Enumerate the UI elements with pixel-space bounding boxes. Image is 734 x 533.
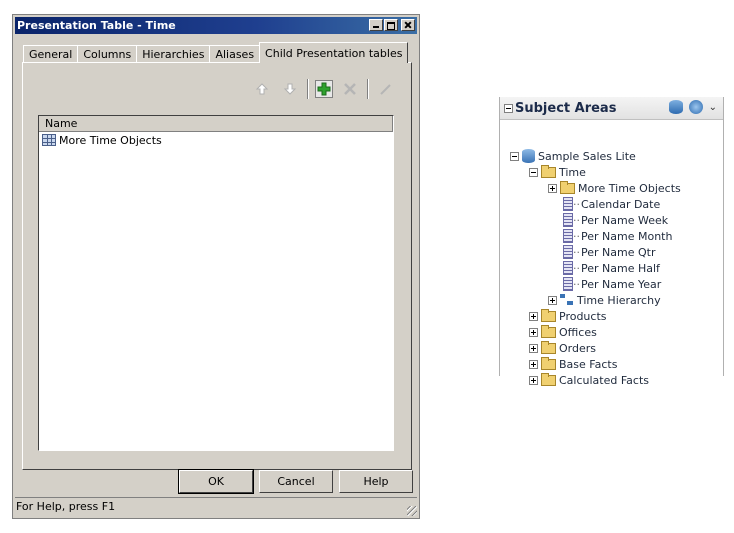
- dialog-titlebar: Presentation Table - Time: [15, 17, 417, 34]
- tree-node-calculated-facts[interactable]: Calculated Facts: [529, 372, 649, 388]
- collapse-panel-icon[interactable]: [504, 103, 513, 113]
- folder-icon: [541, 356, 556, 370]
- tree-node-label: Per Name Month: [581, 229, 673, 243]
- column-icon: [563, 229, 573, 243]
- table-icon: [42, 134, 56, 146]
- status-bar: For Help, press F1: [15, 497, 417, 516]
- tree-node-per-name-half[interactable]: ·· Per Name Half: [563, 260, 660, 276]
- expand-toggle-icon[interactable]: [529, 359, 538, 369]
- toolbar-separator: [307, 79, 309, 99]
- minimize-button[interactable]: [369, 19, 383, 31]
- delete-icon[interactable]: [339, 79, 361, 99]
- tab-general[interactable]: General: [23, 45, 79, 63]
- column-header-name[interactable]: Name: [39, 116, 393, 132]
- expand-toggle-icon[interactable]: [548, 295, 557, 305]
- expand-toggle-icon[interactable]: [529, 343, 538, 353]
- tree-node-label: Base Facts: [559, 357, 618, 371]
- tab-strip: General Columns Hierarchies Aliases Chil…: [23, 41, 409, 63]
- chevron-down-icon[interactable]: ⌄: [709, 102, 717, 113]
- tree-node-time[interactable]: Time: [529, 164, 586, 180]
- tree-node-label: Sample Sales Lite: [538, 149, 636, 163]
- maximize-button[interactable]: [384, 19, 398, 31]
- tab-child-presentation-tables[interactable]: Child Presentation tables: [259, 42, 409, 63]
- tree-node-label: Offices: [559, 325, 597, 339]
- tree-node-label: Per Name Half: [581, 261, 660, 275]
- collapse-toggle-icon[interactable]: [529, 167, 538, 177]
- tree-node-label: Per Name Week: [581, 213, 669, 227]
- tree-node-label: Per Name Year: [581, 277, 662, 291]
- tree-node-label: Time: [559, 165, 586, 179]
- down-arrow-icon[interactable]: [279, 79, 301, 99]
- hierarchy-icon: [560, 294, 574, 306]
- ok-button[interactable]: OK: [178, 469, 254, 494]
- collapse-toggle-icon[interactable]: [510, 151, 519, 161]
- tree-node-more-time-objects[interactable]: More Time Objects: [548, 180, 681, 196]
- column-icon: [563, 261, 573, 275]
- expand-toggle-icon[interactable]: [529, 311, 538, 321]
- tree-node-label: More Time Objects: [578, 181, 681, 195]
- subject-areas-panel: Subject Areas ⌄ Sample Sales Lite Time M…: [499, 97, 724, 387]
- tree-node-label: Orders: [559, 341, 596, 355]
- close-button[interactable]: [401, 19, 415, 31]
- tree-node-time-hierarchy[interactable]: Time Hierarchy: [548, 292, 661, 308]
- tree-node-calendar-date[interactable]: ·· Calendar Date: [563, 196, 660, 212]
- subject-areas-title: Subject Areas: [515, 100, 617, 116]
- expand-toggle-icon[interactable]: [529, 327, 538, 337]
- list-item-label: More Time Objects: [59, 133, 162, 147]
- tab-panel: Name More Time Objects: [22, 62, 412, 470]
- list-item[interactable]: More Time Objects: [39, 132, 393, 148]
- folder-icon: [541, 308, 556, 322]
- database-icon: [522, 149, 535, 163]
- tree-node-base-facts[interactable]: Base Facts: [529, 356, 617, 372]
- column-icon: [563, 197, 573, 211]
- column-icon: [563, 245, 573, 259]
- add-icon[interactable]: [315, 80, 333, 98]
- toolbar-separator: [367, 79, 369, 99]
- expand-toggle-icon[interactable]: [529, 375, 538, 385]
- tree-node-label: Calculated Facts: [559, 373, 650, 387]
- tree-node-products[interactable]: Products: [529, 308, 607, 324]
- folder-icon: [541, 340, 556, 354]
- tab-hierarchies[interactable]: Hierarchies: [136, 45, 211, 63]
- tree-node-sample-sales-lite[interactable]: Sample Sales Lite: [510, 148, 636, 164]
- status-text: For Help, press F1: [16, 500, 116, 513]
- tree-node-label: Calendar Date: [581, 197, 661, 211]
- child-tables-list[interactable]: Name More Time Objects: [38, 115, 394, 451]
- tree-node-per-name-week[interactable]: ·· Per Name Week: [563, 212, 668, 228]
- tree-node-offices[interactable]: Offices: [529, 324, 597, 340]
- expand-toggle-icon[interactable]: [548, 183, 557, 193]
- tree-node-per-name-month[interactable]: ·· Per Name Month: [563, 228, 672, 244]
- subject-areas-header: Subject Areas ⌄: [500, 97, 723, 120]
- tree-node-orders[interactable]: Orders: [529, 340, 596, 356]
- tab-aliases[interactable]: Aliases: [209, 45, 261, 63]
- resize-grip-icon[interactable]: [407, 506, 417, 516]
- folder-icon: [541, 164, 556, 178]
- presentation-table-dialog: Presentation Table - Time General Column…: [12, 14, 420, 519]
- folder-icon: [560, 180, 575, 194]
- tree-node-per-name-qtr[interactable]: ·· Per Name Qtr: [563, 244, 655, 260]
- refresh-icon[interactable]: [688, 100, 703, 114]
- list-toolbar: [251, 78, 397, 100]
- cancel-button[interactable]: Cancel: [259, 470, 333, 493]
- column-icon: [563, 277, 573, 291]
- folder-icon: [541, 324, 556, 338]
- dialog-title: Presentation Table - Time: [17, 19, 176, 32]
- tree-node-per-name-year[interactable]: ·· Per Name Year: [563, 276, 661, 292]
- tab-columns[interactable]: Columns: [77, 45, 138, 63]
- edit-icon[interactable]: [375, 79, 397, 99]
- help-button[interactable]: Help: [339, 470, 413, 493]
- folder-icon: [541, 372, 556, 386]
- up-arrow-icon[interactable]: [251, 79, 273, 99]
- tree-node-label: Products: [559, 309, 607, 323]
- column-icon: [563, 213, 573, 227]
- tree-node-label: Time Hierarchy: [577, 293, 661, 307]
- create-analysis-icon[interactable]: [668, 100, 683, 114]
- tree-node-label: Per Name Qtr: [581, 245, 656, 259]
